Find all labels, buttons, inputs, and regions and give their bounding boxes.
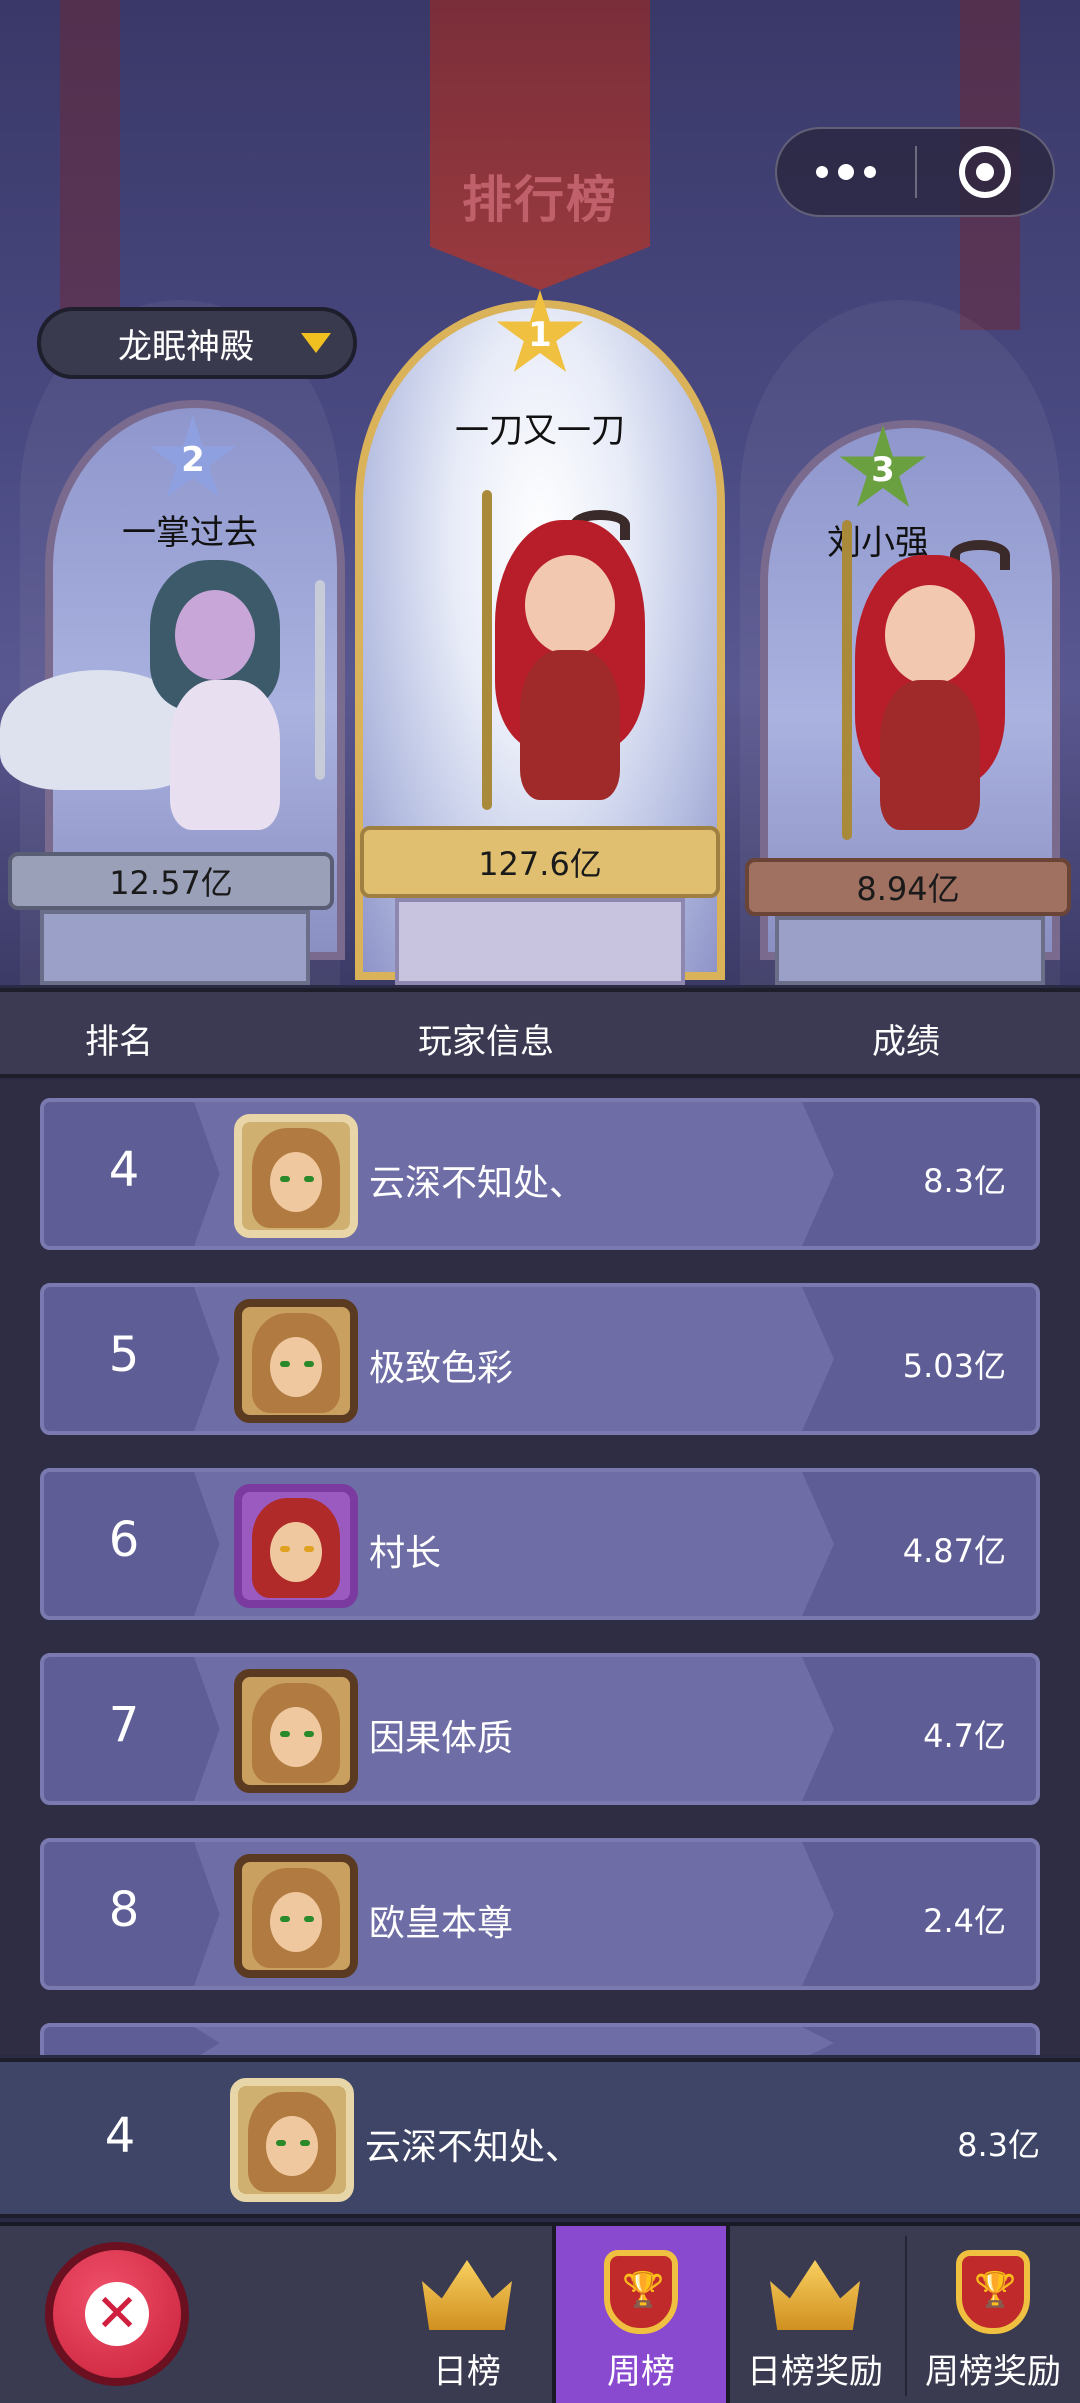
avatar: [234, 1854, 358, 1978]
pedestal-base-3: [775, 916, 1045, 985]
row-name: 村长: [369, 1533, 442, 1574]
tab-weekly[interactable]: 周榜: [552, 2226, 730, 2403]
bottom-nav: ✕ 日榜 周榜 日榜奖励 周榜奖励: [0, 2222, 1080, 2403]
tab-label: 周榜: [607, 2352, 675, 2392]
dropdown-arrow-icon: [301, 333, 331, 353]
trophy-reward-icon: [938, 2240, 1048, 2336]
podium-area: 排行榜 2 1 3 一掌过去 一刀又一刀 刘小强 12.57亿 127.6亿 8…: [0, 0, 1080, 985]
row-rank: 7: [108, 1697, 140, 1753]
server-selector[interactable]: 龙眠神殿: [37, 307, 357, 379]
character-3: [800, 500, 1060, 860]
podium-name-1: 一刀又一刀: [455, 411, 625, 451]
dot-icon: [816, 166, 828, 178]
table-row[interactable]: 4 云深不知处、 8.3亿: [40, 1098, 1040, 1250]
dot-icon: [864, 166, 876, 178]
more-button[interactable]: [777, 129, 915, 215]
avatar: [234, 1669, 358, 1793]
header-player: 玩家信息: [418, 1022, 554, 1062]
row-band: [194, 2027, 834, 2055]
row-rank: 6: [108, 1512, 140, 1568]
character-1: [430, 460, 690, 830]
row-score: 4.7亿: [923, 1717, 1006, 1755]
page-title: 排行榜: [462, 171, 618, 229]
avatar: [234, 1114, 358, 1238]
close-miniprogram-button[interactable]: [917, 129, 1053, 215]
table-row[interactable]: 6 村长 4.87亿: [40, 1468, 1040, 1620]
server-label: 龙眠神殿: [118, 326, 254, 367]
avatar: [234, 1299, 358, 1423]
pedestal-base-2: [40, 910, 310, 985]
table-row[interactable]: [40, 2023, 1040, 2055]
row-name: 极致色彩: [369, 1348, 514, 1389]
row-name: 因果体质: [369, 1718, 514, 1759]
tab-daily[interactable]: 日榜: [378, 2226, 556, 2403]
row-rank: 8: [108, 1882, 140, 1938]
my-avatar: [230, 2078, 354, 2202]
title-banner: [430, 0, 650, 290]
table-row[interactable]: 8 欧皇本尊 2.4亿: [40, 1838, 1040, 1990]
row-score: 5.03亿: [902, 1347, 1006, 1385]
pedestal-2: 12.57亿: [8, 852, 334, 910]
my-rank: 4: [104, 2108, 136, 2164]
crown-icon: [412, 2240, 522, 2336]
character-2: [0, 560, 360, 860]
tab-weekly-reward[interactable]: 周榜奖励: [904, 2226, 1080, 2403]
table-row[interactable]: 5 极致色彩 5.03亿: [40, 1283, 1040, 1435]
header-score: 成绩: [872, 1022, 940, 1062]
pedestal-base-1: [395, 898, 685, 985]
close-button[interactable]: ✕: [45, 2242, 189, 2386]
tab-label: 日榜奖励: [747, 2352, 883, 2392]
table-row[interactable]: 7 因果体质 4.7亿: [40, 1653, 1040, 1805]
ranking-list[interactable]: 4 云深不知处、 8.3亿 5 极致色彩 5.03亿 6 村长 4.87亿 7: [0, 1080, 1080, 2055]
tab-label: 周榜奖励: [925, 2352, 1061, 2392]
table-header: 排名 玩家信息 成绩: [0, 988, 1080, 1078]
podium-name-2: 一掌过去: [122, 513, 258, 553]
my-score: 8.3亿: [957, 2126, 1040, 2164]
row-score: 8.3亿: [923, 1162, 1006, 1200]
tab-daily-reward[interactable]: 日榜奖励: [726, 2226, 904, 2403]
my-name: 云深不知处、: [365, 2127, 582, 2168]
row-name: 云深不知处、: [369, 1163, 586, 1204]
tab-label: 日榜: [433, 2352, 501, 2392]
row-name: 欧皇本尊: [369, 1903, 514, 1944]
close-icon: ✕: [85, 2282, 149, 2346]
row-rank: 4: [108, 1142, 140, 1198]
target-icon: [958, 146, 1011, 198]
trophy-shield-icon: [586, 2240, 696, 2336]
pedestal-3: 8.94亿: [745, 858, 1071, 916]
my-rank-bar: 4 云深不知处、 8.3亿: [0, 2058, 1080, 2218]
pedestal-1: 127.6亿: [360, 826, 720, 898]
drape: [60, 0, 120, 330]
miniprogram-capsule: [775, 127, 1055, 217]
avatar: [234, 1484, 358, 1608]
crown-gem-icon: [760, 2240, 870, 2336]
row-score: 2.4亿: [923, 1902, 1006, 1940]
header-rank: 排名: [85, 1022, 153, 1062]
row-rank: 5: [108, 1327, 140, 1383]
dot-icon: [838, 164, 854, 180]
row-score: 4.87亿: [902, 1532, 1006, 1570]
